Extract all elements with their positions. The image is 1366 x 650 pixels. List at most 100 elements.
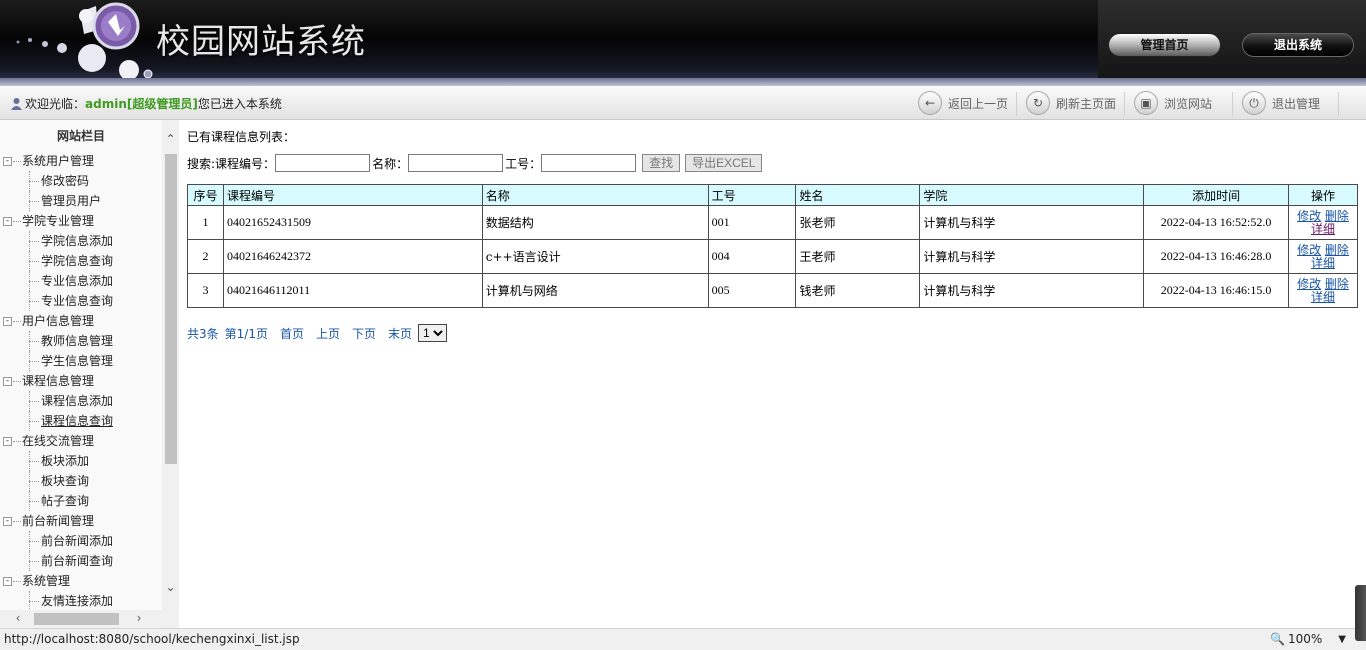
tree-line: [13, 441, 21, 442]
sidebar-item[interactable]: 友情连接添加: [0, 591, 162, 610]
zoom-dropdown-icon[interactable]: ▼: [1338, 634, 1346, 645]
total-count: 共3条: [187, 326, 219, 341]
sidebar-item[interactable]: 教师信息管理: [0, 331, 162, 351]
tree-line: [29, 421, 39, 422]
scroll-left-icon[interactable]: ‹: [12, 611, 24, 625]
nav-tree: - 系统用户管理 修改密码 管理员用户 - 学院专业管理 学院信息添加 学院信息查询 专业信息添…: [0, 151, 162, 610]
sidebar-item-label: 板块查询: [41, 474, 90, 488]
cell-college: 计算机与科学: [919, 205, 1145, 240]
sidebar-group[interactable]: - 课程信息管理: [0, 371, 162, 391]
cell-name: c++语言设计: [481, 239, 709, 274]
prev-page-link[interactable]: 上页: [316, 325, 340, 342]
browse-site-button[interactable]: ▣ 浏览网站: [1134, 90, 1212, 116]
delete-link[interactable]: 删除: [1325, 277, 1349, 291]
toolbar-divider: [1338, 92, 1339, 116]
export-excel-button[interactable]: 导出EXCEL: [685, 154, 763, 172]
sidebar-group[interactable]: - 前台新闻管理: [0, 511, 162, 531]
last-page-link[interactable]: 末页: [388, 325, 412, 342]
next-page-link[interactable]: 下页: [352, 325, 376, 342]
cell-teacher: 王老师: [795, 239, 921, 274]
status-bar: http://localhost:8080/school/kechengxinx…: [0, 628, 1366, 650]
refresh-button[interactable]: ↻ 刷新主页面: [1026, 90, 1116, 116]
detail-link[interactable]: 详细: [1311, 222, 1335, 236]
sidebar-item[interactable]: 专业信息查询: [0, 291, 162, 311]
welcome-prefix: 欢迎光临：: [25, 97, 86, 111]
tree-line: [29, 181, 39, 182]
sidebar-item[interactable]: 学院信息查询: [0, 251, 162, 271]
detail-link[interactable]: 详细: [1311, 290, 1335, 304]
cell-college: 计算机与科学: [919, 273, 1145, 308]
sidebar-hscroll-thumb[interactable]: [34, 613, 119, 625]
header-banner: 校园网站系统 管理首页 退出系统: [0, 0, 1366, 86]
first-page-link[interactable]: 首页: [280, 325, 304, 342]
sidebar-vertical-scrollbar[interactable]: ⌃ ⌄: [162, 120, 179, 610]
page-info: 第1/1页: [224, 326, 268, 341]
sidebar: 网站栏目 - 系统用户管理 修改密码 管理员用户 - 学院专业管理 学院信息添加 学院信息查询…: [0, 120, 179, 628]
scroll-up-icon[interactable]: ⌃: [162, 132, 179, 146]
back-button[interactable]: ← 返回上一页: [918, 90, 1008, 116]
sidebar-scroll-thumb[interactable]: [165, 154, 177, 464]
collapse-icon[interactable]: -: [3, 157, 12, 166]
sidebar-item[interactable]: 修改密码: [0, 171, 162, 191]
search-button[interactable]: 查找: [642, 154, 681, 172]
course-code-input[interactable]: [275, 154, 371, 172]
col-header-teacher: 姓名: [795, 184, 921, 206]
sidebar-item[interactable]: 课程信息查询: [0, 411, 162, 431]
exit-admin-button[interactable]: ⏻ 退出管理: [1242, 90, 1320, 116]
admin-home-button[interactable]: 管理首页: [1108, 33, 1221, 57]
sidebar-item[interactable]: 学生信息管理: [0, 351, 162, 371]
detail-link[interactable]: 详细: [1311, 256, 1335, 270]
edit-link[interactable]: 修改: [1297, 277, 1321, 291]
sidebar-group[interactable]: - 在线交流管理: [0, 431, 162, 451]
work-id-input[interactable]: [541, 154, 637, 172]
tree-line: [29, 241, 39, 242]
sidebar-item-label: 课程信息添加: [41, 394, 114, 408]
cell-time: 2022-04-13 16:46:28.0: [1143, 239, 1290, 274]
sidebar-item[interactable]: 前台新闻查询: [0, 551, 162, 571]
scroll-down-icon[interactable]: ⌄: [162, 580, 179, 594]
collapse-icon[interactable]: -: [3, 437, 12, 446]
delete-link[interactable]: 删除: [1325, 243, 1349, 257]
sidebar-item[interactable]: 前台新闻添加: [0, 531, 162, 551]
col-header-code: 课程编号: [222, 184, 483, 206]
sidebar-group[interactable]: - 学院专业管理: [0, 211, 162, 231]
zoom-icon: 🔍: [1270, 632, 1285, 646]
collapse-icon[interactable]: -: [3, 377, 12, 386]
edit-link[interactable]: 修改: [1297, 209, 1321, 223]
course-table: 序号 课程编号 名称 工号 姓名 学院 添加时间 操作 1 04021652431…: [187, 184, 1358, 308]
course-name-input[interactable]: [408, 154, 504, 172]
cell-teacher: 钱老师: [795, 273, 921, 308]
sidebar-item[interactable]: 帖子查询: [0, 491, 162, 511]
pagination: 共3条 第1/1页 首页 上页 下页 末页 1: [187, 324, 448, 342]
delete-link[interactable]: 删除: [1325, 209, 1349, 223]
collapse-icon[interactable]: -: [3, 577, 12, 586]
sidebar-group[interactable]: - 用户信息管理: [0, 311, 162, 331]
sidebar-horizontal-scrollbar[interactable]: ‹ ›: [0, 610, 162, 628]
tree-line: [13, 521, 21, 522]
sidebar-item-label: 友情连接添加: [41, 594, 114, 608]
exit-label: 退出管理: [1272, 96, 1321, 111]
sidebar-group[interactable]: - 系统用户管理: [0, 151, 162, 171]
sidebar-item[interactable]: 板块添加: [0, 451, 162, 471]
cell-name: 数据结构: [481, 205, 709, 240]
side-widget-handle[interactable]: [1355, 585, 1366, 641]
sidebar-item-label: 前台新闻查询: [41, 554, 114, 568]
toolbar-divider: [1232, 92, 1233, 116]
table-header-row: 序号 课程编号 名称 工号 姓名 学院 添加时间 操作: [187, 184, 1358, 206]
sidebar-group[interactable]: - 系统管理: [0, 571, 162, 591]
tree-line: [29, 301, 39, 302]
page-select[interactable]: 1: [418, 324, 448, 342]
collapse-icon[interactable]: -: [3, 517, 12, 526]
zoom-control[interactable]: 🔍 100% ▼: [1270, 632, 1346, 646]
edit-link[interactable]: 修改: [1297, 243, 1321, 257]
sidebar-item[interactable]: 学院信息添加: [0, 231, 162, 251]
sidebar-item[interactable]: 专业信息添加: [0, 271, 162, 291]
collapse-icon[interactable]: -: [3, 217, 12, 226]
sidebar-item[interactable]: 课程信息添加: [0, 391, 162, 411]
scroll-right-icon[interactable]: ›: [133, 611, 145, 625]
logout-system-button[interactable]: 退出系统: [1242, 33, 1354, 57]
sidebar-item[interactable]: 管理员用户: [0, 191, 162, 211]
collapse-icon[interactable]: -: [3, 317, 12, 326]
col-header-college: 学院: [919, 184, 1145, 206]
sidebar-item[interactable]: 板块查询: [0, 471, 162, 491]
